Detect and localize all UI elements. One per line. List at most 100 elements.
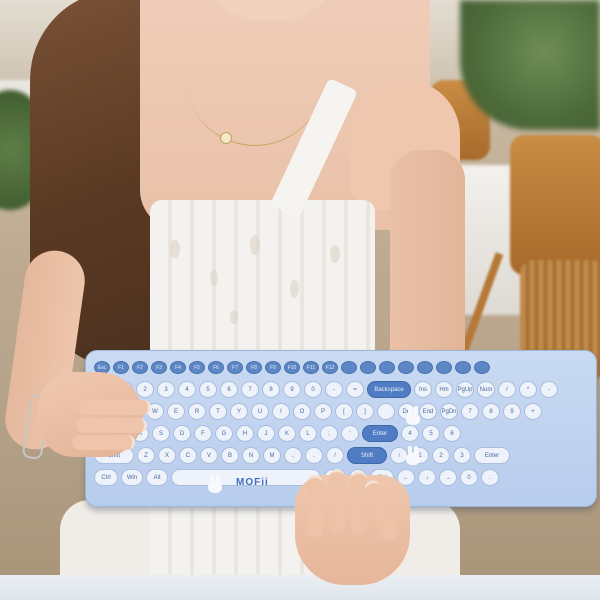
key[interactable] [379,361,395,374]
key[interactable]: 6 [443,425,461,442]
key[interactable]: ; [320,425,338,442]
key[interactable]: F8 [246,361,262,374]
key[interactable] [455,361,471,374]
key[interactable]: J [257,425,275,442]
key[interactable]: B [221,447,239,464]
key[interactable]: Backspace [367,381,411,398]
key[interactable]: F3 [151,361,167,374]
key[interactable]: F2 [132,361,148,374]
key[interactable]: F11 [303,361,319,374]
key[interactable]: H [236,425,254,442]
key[interactable]: Y [230,403,248,420]
finger [351,471,367,534]
key[interactable]: Alt [146,469,168,486]
key[interactable]: 5 [422,425,440,442]
key[interactable]: Ctrl [94,469,118,486]
key[interactable]: F5 [189,361,205,374]
key[interactable] [377,403,395,420]
key[interactable]: F [194,425,212,442]
key[interactable]: 3 [157,381,175,398]
key[interactable]: 6 [220,381,238,398]
key[interactable]: → [439,469,457,486]
eyelet-hole [250,235,260,255]
key[interactable]: 4 [401,425,419,442]
key[interactable]: N [242,447,260,464]
key[interactable]: Shift [347,447,387,464]
key[interactable]: O [293,403,311,420]
key[interactable]: 8 [482,403,500,420]
key[interactable]: Win [121,469,143,486]
key[interactable]: Enter [474,447,510,464]
key[interactable]: ] [356,403,374,420]
key[interactable]: . [305,447,323,464]
key[interactable]: 0 [460,469,478,486]
key[interactable] [341,361,357,374]
key[interactable]: Z [137,447,155,464]
key[interactable]: Ins [414,381,432,398]
key[interactable]: U [251,403,269,420]
key[interactable]: 3 [453,447,471,464]
key[interactable] [436,361,452,374]
key[interactable]: F7 [227,361,243,374]
key[interactable]: D [173,425,191,442]
key[interactable]: PgUp [456,381,474,398]
key[interactable]: K [278,425,296,442]
qwerty-key-row: TabQWERTYUIOP[]DelEndPgDn789+ [94,403,542,420]
key[interactable]: 9 [283,381,301,398]
key[interactable]: 2 [432,447,450,464]
eyelet-hole [170,240,180,258]
key[interactable]: - [540,381,558,398]
key[interactable]: E [167,403,185,420]
key[interactable]: V [200,447,218,464]
key[interactable] [474,361,490,374]
key[interactable]: F12 [322,361,338,374]
key[interactable]: F9 [265,361,281,374]
key[interactable]: G [215,425,233,442]
key[interactable]: 7 [241,381,259,398]
key[interactable]: X [158,447,176,464]
key[interactable]: End [419,403,437,420]
key[interactable]: [ [335,403,353,420]
key[interactable] [417,361,433,374]
key[interactable]: I [272,403,290,420]
key[interactable]: 7 [461,403,479,420]
key[interactable]: P [314,403,332,420]
key[interactable]: * [519,381,537,398]
pendant [220,132,232,144]
key[interactable]: / [498,381,516,398]
key[interactable]: + [524,403,542,420]
key[interactable]: F4 [170,361,186,374]
finger [72,435,135,450]
key[interactable]: 9 [503,403,521,420]
number-key-row: ~1234567890-=BackspaceInsHmPgUpNum/*- [94,381,558,398]
key[interactable]: Num [477,381,495,398]
key[interactable]: F10 [284,361,300,374]
key[interactable]: / [326,447,344,464]
key[interactable]: PgDn [440,403,458,420]
key[interactable]: F6 [208,361,224,374]
key[interactable]: 8 [262,381,280,398]
key[interactable]: Enter [362,425,398,442]
key[interactable]: 4 [178,381,196,398]
key[interactable] [398,361,414,374]
key[interactable]: = [346,381,364,398]
key[interactable]: M [263,447,281,464]
key[interactable]: ' [341,425,359,442]
key[interactable]: F1 [113,361,129,374]
key[interactable]: C [179,447,197,464]
key[interactable]: 0 [304,381,322,398]
key[interactable]: , [284,447,302,464]
key[interactable]: - [325,381,343,398]
key[interactable]: 2 [136,381,154,398]
key[interactable]: T [209,403,227,420]
key[interactable]: ↓ [418,469,436,486]
key[interactable]: L [299,425,317,442]
key[interactable]: S [152,425,170,442]
key[interactable]: . [481,469,499,486]
key[interactable]: Hm [435,381,453,398]
key[interactable] [360,361,376,374]
key[interactable]: ↑ [390,447,408,464]
key[interactable]: R [188,403,206,420]
finger [329,469,345,532]
key[interactable]: 5 [199,381,217,398]
